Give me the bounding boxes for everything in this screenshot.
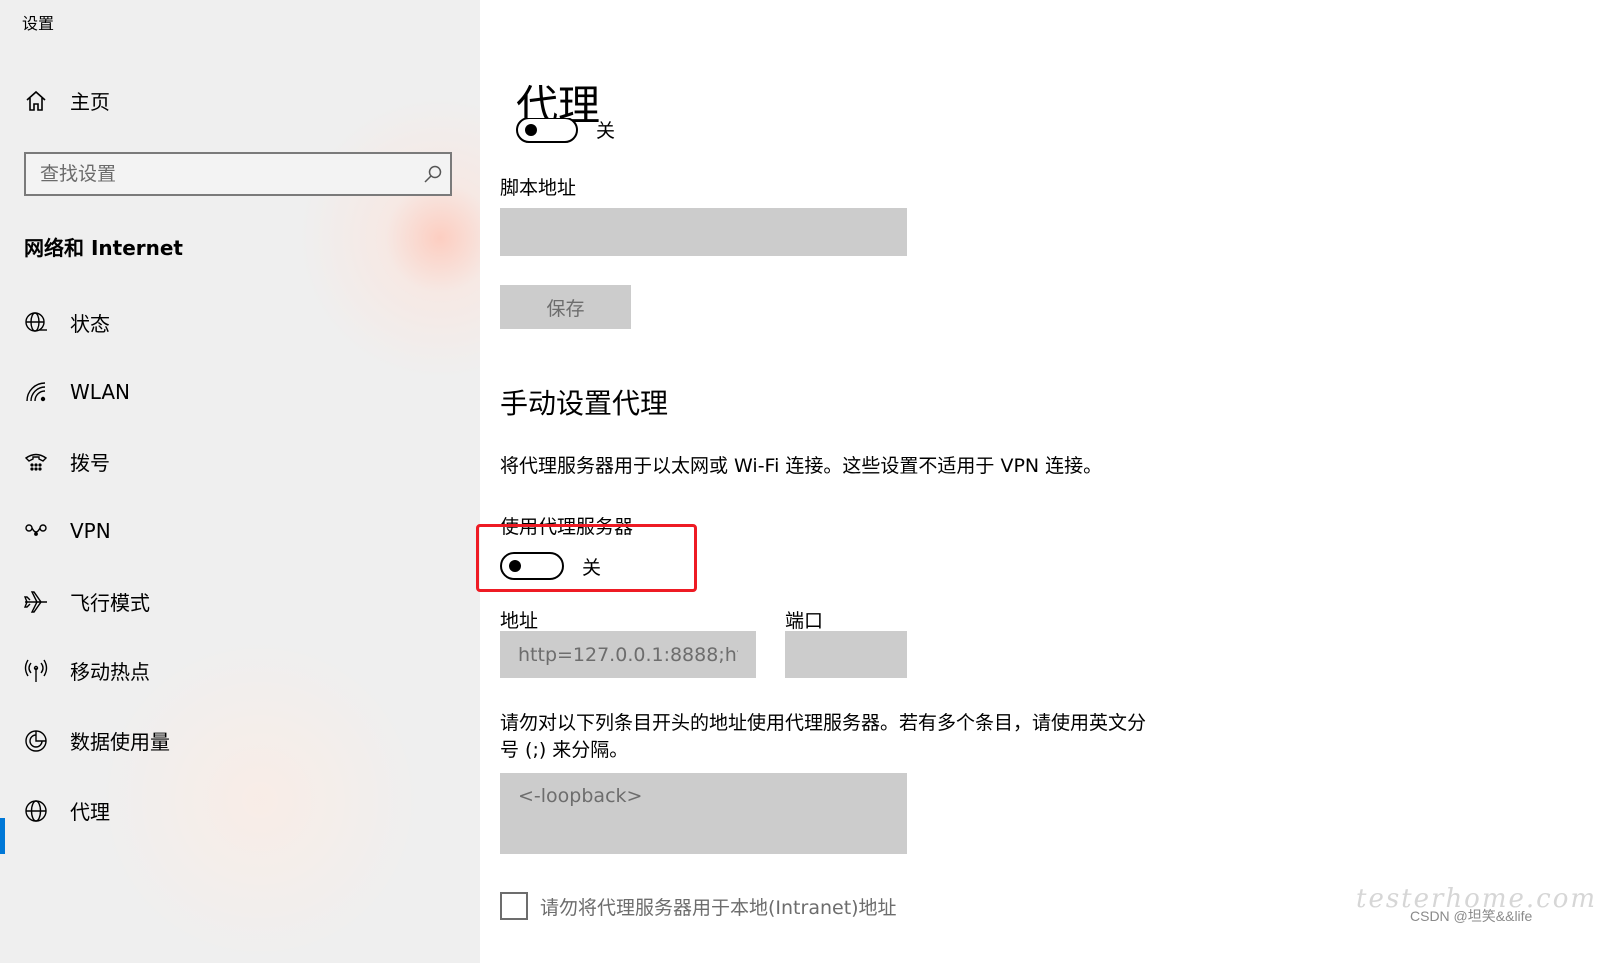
sidebar-item-label: WLAN xyxy=(70,380,131,404)
vpn-icon xyxy=(22,517,50,545)
save-button[interactable]: 保存 xyxy=(500,285,631,329)
local-address-row: 请勿将代理服务器用于本地(Intranet)地址 xyxy=(500,892,897,920)
sidebar-item-vpn[interactable]: VPN xyxy=(22,517,111,545)
sidebar-item-label: 飞行模式 xyxy=(70,591,150,615)
auto-toggle-clip: 关 xyxy=(516,118,636,148)
manual-proxy-description: 将代理服务器用于以太网或 Wi-Fi 连接。这些设置不适用于 VPN 连接。 xyxy=(500,455,1103,477)
search-box xyxy=(24,152,452,196)
sidebar-item-label: 移动热点 xyxy=(70,660,150,684)
data-usage-icon xyxy=(22,727,50,755)
search-input[interactable] xyxy=(26,162,416,186)
active-indicator xyxy=(0,818,5,854)
sidebar-item-status[interactable]: 状态 xyxy=(22,308,110,337)
nav-home[interactable]: 主页 xyxy=(22,86,110,115)
sidebar-item-data-usage[interactable]: 数据使用量 xyxy=(22,726,170,755)
script-address-input[interactable] xyxy=(500,208,907,256)
settings-sidebar: 设置 主页 网络和 Internet 状态 WLAN 拨号 V xyxy=(0,0,480,963)
home-icon xyxy=(22,87,50,115)
exceptions-label: 请勿对以下列条目开头的地址使用代理服务器。若有多个条目，请使用英文分号 (;) … xyxy=(500,712,1147,761)
manual-proxy-heading: 手动设置代理 xyxy=(500,387,669,420)
airplane-icon xyxy=(22,588,50,616)
sidebar-item-airplane[interactable]: 飞行模式 xyxy=(22,587,150,616)
section-heading: 网络和 Internet xyxy=(24,236,183,260)
local-address-checkbox[interactable] xyxy=(500,892,528,920)
auto-toggle-state: 关 xyxy=(596,120,616,142)
globe-icon xyxy=(22,797,50,825)
nav-home-label: 主页 xyxy=(70,90,110,114)
address-label: 地址 xyxy=(500,610,539,632)
hotspot-icon xyxy=(22,657,50,685)
port-label: 端口 xyxy=(785,610,824,632)
search-icon[interactable] xyxy=(416,164,450,184)
script-address-label: 脚本地址 xyxy=(500,177,577,199)
address-input[interactable] xyxy=(500,631,756,678)
dialup-phone-icon xyxy=(22,448,50,476)
highlight-box xyxy=(476,524,697,592)
sidebar-item-label: 拨号 xyxy=(70,451,110,475)
sidebar-item-hotspot[interactable]: 移动热点 xyxy=(22,656,150,685)
local-address-label: 请勿将代理服务器用于本地(Intranet)地址 xyxy=(540,896,897,919)
sidebar-item-label: VPN xyxy=(70,519,111,543)
sidebar-item-proxy[interactable]: 代理 xyxy=(22,796,110,825)
port-input[interactable] xyxy=(785,631,907,678)
sidebar-item-label: 数据使用量 xyxy=(70,730,170,754)
globe-status-icon xyxy=(22,309,50,337)
sidebar-item-wlan[interactable]: WLAN xyxy=(22,378,130,406)
proxy-settings-page: 代理 关 脚本地址 保存 手动设置代理 将代理服务器用于以太网或 Wi-Fi 连… xyxy=(476,0,1618,963)
auto-setup-toggle[interactable] xyxy=(516,118,578,143)
sidebar-item-label: 状态 xyxy=(70,312,110,336)
wifi-icon xyxy=(22,378,50,406)
sidebar-item-label: 代理 xyxy=(70,800,110,824)
sidebar-item-dialup[interactable]: 拨号 xyxy=(22,447,110,476)
exceptions-textarea[interactable]: <-loopback> xyxy=(500,773,907,854)
watermark-csdn: CSDN @坦笑&&life xyxy=(1410,908,1533,924)
window-title: 设置 xyxy=(22,14,55,33)
